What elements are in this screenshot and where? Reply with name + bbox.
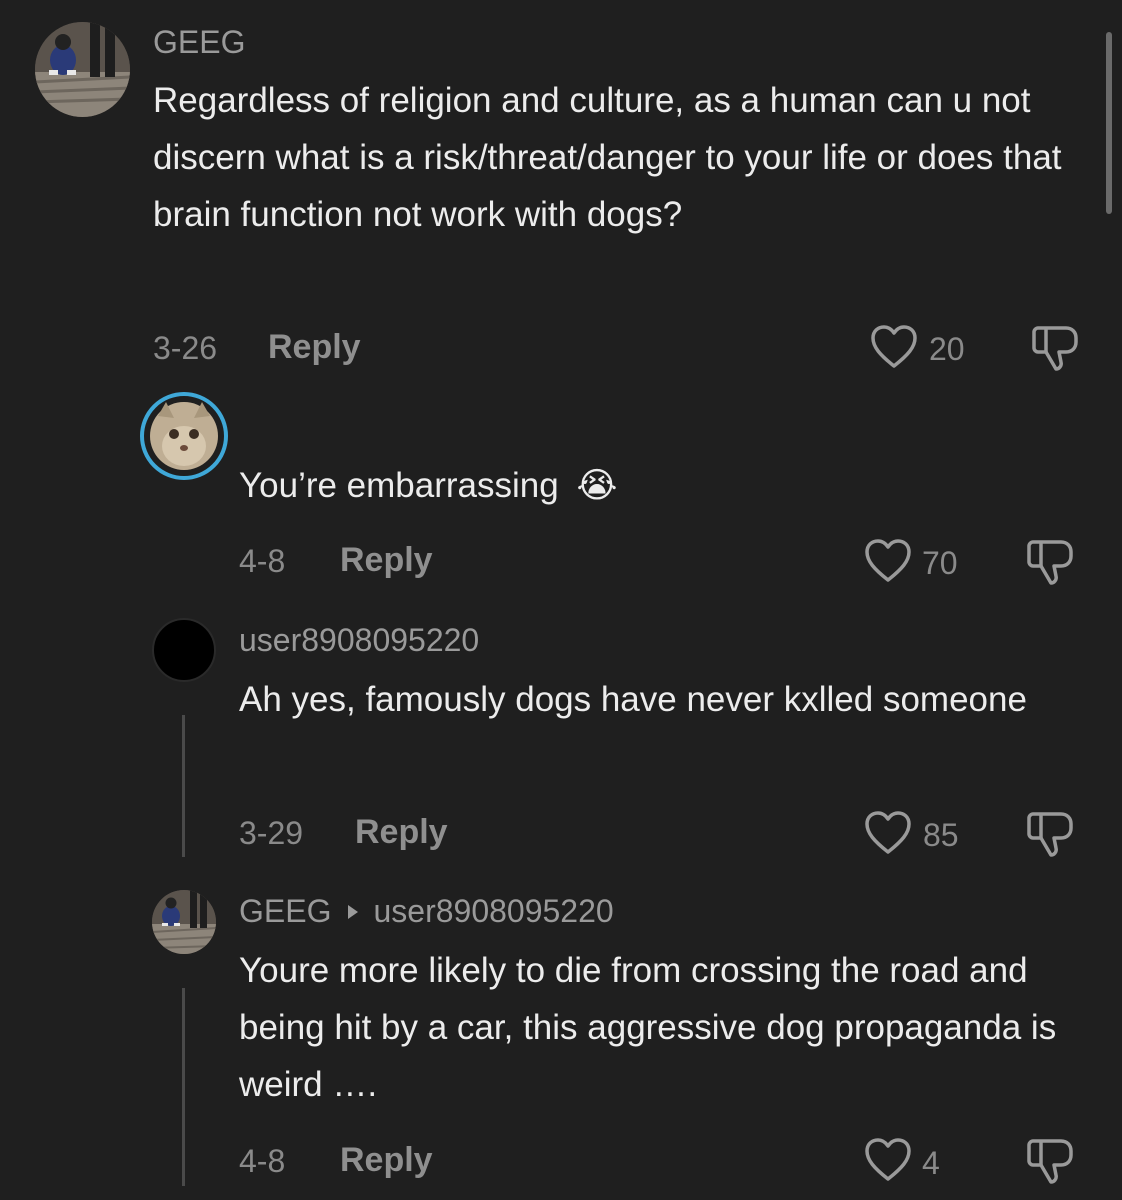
comment-date: 4-8 — [239, 1143, 286, 1179]
loudly-crying-emoji: 😭 — [576, 466, 618, 505]
comment-username[interactable]: user8908095220 — [239, 622, 479, 659]
comment-text-content: You’re embarrassing — [239, 466, 559, 505]
comment-date: 3-29 — [239, 815, 304, 851]
thumbs-down-icon[interactable] — [1025, 538, 1075, 586]
heart-outline-icon[interactable] — [870, 324, 918, 370]
comment-date: 4-8 — [239, 543, 286, 579]
comment-text: You’re embarrassing 😭 — [239, 457, 617, 514]
avatar[interactable] — [35, 22, 130, 117]
avatar[interactable] — [152, 890, 216, 954]
like-count: 4 — [922, 1145, 940, 1181]
heart-outline-icon[interactable] — [864, 1137, 912, 1183]
reply-button[interactable]: Reply — [340, 1141, 433, 1180]
comment-username[interactable]: GEEG — [239, 893, 331, 930]
reply-button[interactable]: Reply — [355, 813, 448, 852]
caret-right-icon — [347, 904, 359, 920]
reply-button[interactable]: Reply — [268, 328, 361, 367]
comment-username[interactable]: GEEG — [153, 24, 245, 61]
comment-text: Regardless of religion and culture, as a… — [153, 81, 1062, 234]
thread-line — [182, 715, 185, 857]
reply-button[interactable]: Reply — [340, 541, 433, 580]
avatar[interactable] — [140, 392, 228, 480]
heart-outline-icon[interactable] — [864, 538, 912, 584]
like-count: 70 — [922, 545, 958, 581]
thumbs-down-icon[interactable] — [1025, 1137, 1075, 1185]
comment-text: Youre more likely to die from crossing t… — [239, 951, 1057, 1104]
reply-to-username[interactable]: user8908095220 — [373, 893, 613, 930]
heart-outline-icon[interactable] — [864, 810, 912, 856]
comment-date: 3-26 — [153, 330, 218, 366]
thumbs-down-icon[interactable] — [1025, 810, 1075, 858]
thread-line — [182, 988, 185, 1186]
avatar[interactable] — [152, 618, 216, 682]
comment-username-row: GEEG user8908095220 — [239, 893, 614, 930]
comment-text: Ah yes, famously dogs have never kxlled … — [239, 680, 1027, 719]
thumbs-down-icon[interactable] — [1030, 324, 1080, 372]
like-count: 20 — [929, 331, 965, 367]
scrollbar[interactable] — [1106, 32, 1112, 214]
like-count: 85 — [923, 817, 959, 853]
